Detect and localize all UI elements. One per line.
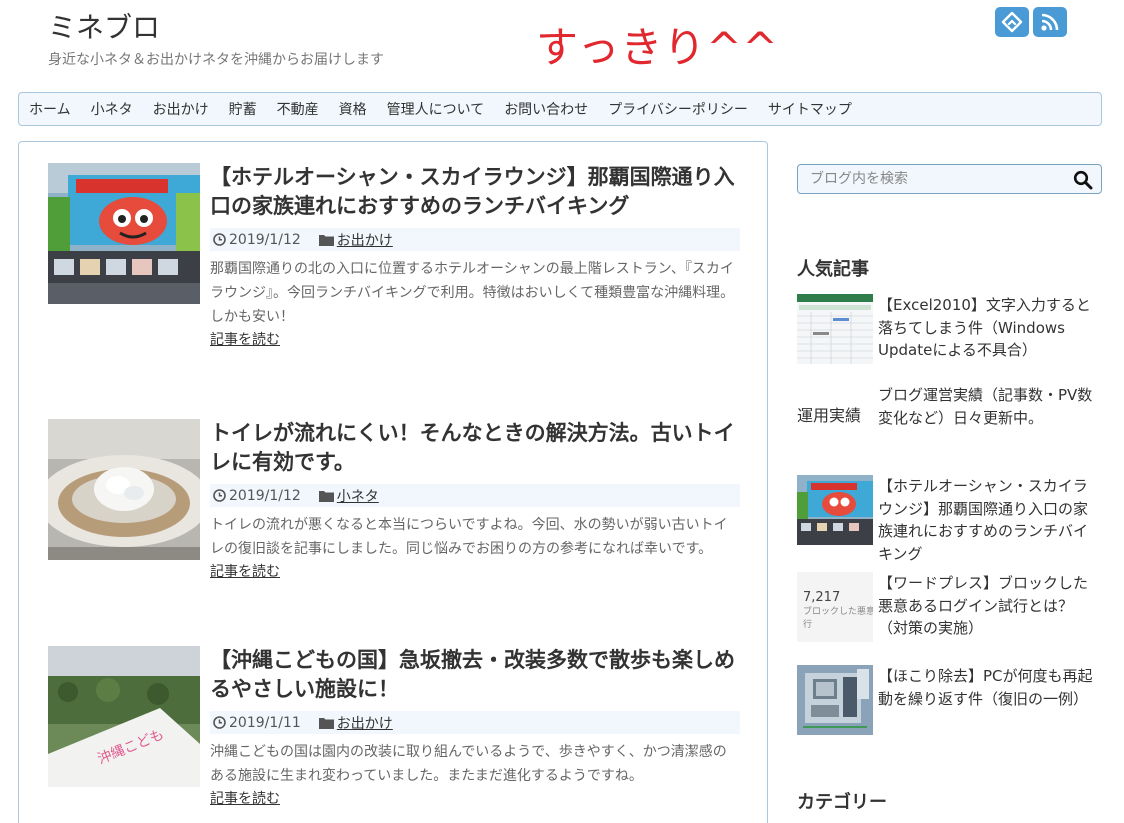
article-date: 2019/1/12 [229, 231, 301, 248]
nav-item-sitemap[interactable]: サイトマップ [768, 99, 852, 119]
nav-item-about[interactable]: 管理人について [387, 99, 485, 119]
search-box [797, 164, 1102, 194]
popular-thumbnail-wordpress[interactable]: 7,217 ブロックした悪意 行 [797, 572, 873, 642]
feedly-icon [1001, 11, 1023, 33]
popular-post-title[interactable]: 【ほこり除去】PCが何度も再起動を繰り返す件（復旧の一例） [878, 665, 1100, 710]
article-excerpt: 那覇国際通りの北の入口に位置するホテルオーシャンの最上階レストラン、『スカイラウ… [210, 261, 735, 325]
nav-item-qualifications[interactable]: 資格 [339, 99, 367, 119]
popular-thumbnail-alt-text: 運用実績 [797, 406, 862, 425]
nav-item-real-estate[interactable]: 不動産 [277, 99, 319, 119]
article-excerpt: トイレの流れが悪くなると本当につらいですよね。今回、水の勢いが弱い古いトイレの復… [210, 517, 728, 557]
clock-icon [213, 716, 226, 729]
feedly-button[interactable] [995, 7, 1029, 37]
article-thumbnail-hotel[interactable] [48, 163, 200, 304]
article-category-link[interactable]: 小ネタ [337, 486, 379, 506]
article-title[interactable]: 【ホテルオーシャン・スカイラウンジ】那覇国際通り入口の家族連れにおすすめのランチ… [210, 163, 740, 221]
clock-icon [213, 489, 226, 502]
nav-item-privacy[interactable]: プライバシーポリシー [608, 99, 748, 119]
article-category-link[interactable]: お出かけ [337, 713, 393, 733]
site-description: 身近な小ネタ＆お出かけネタを沖縄からお届けします [48, 52, 384, 68]
popular-posts-heading: 人気記事 [797, 259, 869, 280]
article-title[interactable]: トイレが流れにくい！そんなときの解決方法。古いトイレに有効です。 [210, 419, 740, 477]
annotation-text: すっきり^^ [536, 23, 779, 72]
popular-post-title[interactable]: 【ホテルオーシャン・スカイラウンジ】那覇国際通り入口の家族連れにおすすめのランチ… [878, 475, 1100, 565]
nav-item-contact[interactable]: お問い合わせ [504, 99, 588, 119]
read-more-link[interactable]: 記事を読む [210, 561, 740, 583]
nav-item-tips[interactable]: 小ネタ [91, 99, 133, 119]
folder-icon [318, 490, 334, 502]
article-thumbnail-kids-park[interactable]: 沖縄こども [48, 646, 200, 787]
nav-item-savings[interactable]: 貯蓄 [229, 99, 257, 119]
search-input[interactable] [798, 165, 1058, 193]
rss-button[interactable] [1033, 7, 1067, 37]
popular-thumbnail-hotel[interactable] [797, 475, 873, 545]
article-meta: 2019/1/11 お出かけ [210, 711, 740, 734]
rss-icon [1041, 13, 1059, 31]
read-more-link[interactable]: 記事を読む [210, 329, 740, 351]
article-category-link[interactable]: お出かけ [337, 230, 393, 250]
article-date: 2019/1/12 [229, 487, 301, 504]
article-thumbnail-toilet[interactable] [48, 419, 200, 560]
popular-thumbnail-excel[interactable] [797, 294, 873, 364]
popular-thumbnail-pc[interactable] [797, 665, 873, 735]
folder-icon [318, 717, 334, 729]
folder-icon [318, 234, 334, 246]
search-icon [1073, 170, 1093, 190]
main-content: 【ホテルオーシャン・スカイラウンジ】那覇国際通り入口の家族連れにおすすめのランチ… [18, 141, 768, 823]
search-button[interactable] [1073, 170, 1093, 190]
article-meta: 2019/1/12 お出かけ [210, 228, 740, 251]
article-title[interactable]: 【沖縄こどもの国】急坂撤去・改装多数で散歩も楽しめるやさしい施設に！ [210, 646, 740, 704]
article-excerpt: 沖縄こどもの国は園内の改装に取り組んでいるようで、歩きやすく、かつ清潔感のある施… [210, 744, 727, 784]
popular-post-title[interactable]: 【ワードプレス】ブロックした悪意あるログイン試行とは？（対策の実施） [878, 572, 1100, 640]
site-title[interactable]: ミネブロ [48, 6, 160, 46]
main-navigation: ホーム 小ネタ お出かけ 貯蓄 不動産 資格 管理人について お問い合わせ プラ… [18, 92, 1102, 126]
clock-icon [213, 233, 226, 246]
popular-post-title[interactable]: 【Excel2010】文字入力すると落ちてしまう件（Windows Update… [878, 294, 1100, 362]
popular-post-title[interactable]: ブログ運営実績（記事数・PV数変化など）日々更新中。 [878, 384, 1100, 429]
article-date: 2019/1/11 [229, 714, 301, 731]
article-meta: 2019/1/12 小ネタ [210, 484, 740, 507]
nav-item-outing[interactable]: お出かけ [153, 99, 209, 119]
read-more-link[interactable]: 記事を読む [210, 788, 740, 810]
nav-item-home[interactable]: ホーム [29, 99, 71, 119]
category-heading: カテゴリー [797, 792, 887, 813]
